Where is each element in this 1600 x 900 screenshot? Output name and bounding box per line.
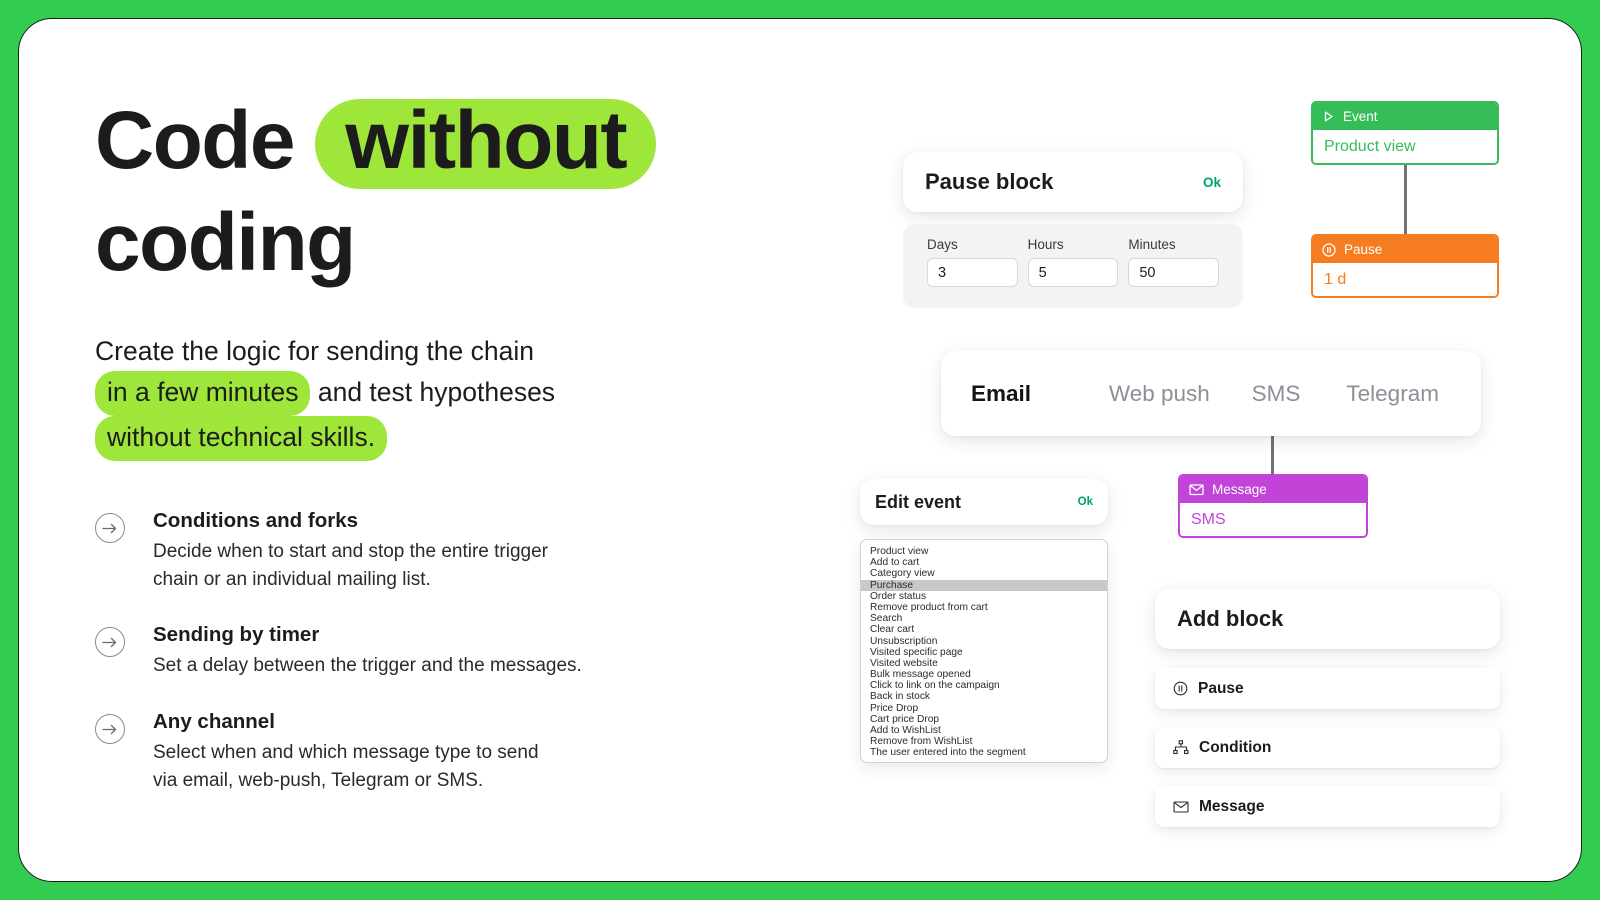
add-block-item-message[interactable]: Message xyxy=(1155,786,1500,827)
pause-block-card: Pause block Ok xyxy=(903,152,1243,212)
tab-web-push[interactable]: Web push xyxy=(1101,381,1218,407)
play-triangle-icon xyxy=(1322,110,1335,123)
feature-description: Decide when to start and stop the entire… xyxy=(153,541,549,590)
pause-block-ok-button[interactable]: Ok xyxy=(1203,175,1221,190)
subhead-mid: and test hypotheses xyxy=(317,376,556,407)
subheading: Create the logic for sending the chain i… xyxy=(95,332,715,462)
flow-node-pause-label: Pause xyxy=(1344,242,1383,257)
tab-sms[interactable]: SMS xyxy=(1218,381,1335,407)
envelope-icon xyxy=(1189,483,1204,496)
flow-node-event[interactable]: Event Product view xyxy=(1311,101,1499,165)
subhead-line-1: Create the logic for sending the chain xyxy=(95,335,534,366)
pause-circle-icon xyxy=(1173,681,1188,696)
headline-word-2: coding xyxy=(95,197,356,289)
days-label: Days xyxy=(927,237,958,252)
left-content: Code without coding Create the logic for… xyxy=(95,99,715,794)
add-block-item-label: Condition xyxy=(1199,738,1272,756)
event-option[interactable]: Cart price Drop xyxy=(861,714,1107,725)
pause-duration-fields: Days 3 Hours 5 Minutes 50 xyxy=(903,224,1243,308)
feature-item: Any channel Select when and which messag… xyxy=(95,710,715,794)
condition-tree-icon xyxy=(1173,740,1189,755)
minutes-field: Minutes 50 xyxy=(1128,237,1220,295)
hours-input[interactable]: 5 xyxy=(1027,258,1119,287)
event-option[interactable]: Category view xyxy=(861,568,1107,579)
feature-body: Any channel Select when and which messag… xyxy=(153,710,539,794)
tab-email[interactable]: Email xyxy=(971,381,1101,407)
feature-body: Conditions and forks Decide when to star… xyxy=(153,509,548,593)
feature-title: Conditions and forks xyxy=(153,509,358,533)
feature-body: Sending by timer Set a delay between the… xyxy=(153,623,582,680)
feature-description: Set a delay between the trigger and the … xyxy=(153,655,582,677)
tab-telegram[interactable]: Telegram xyxy=(1334,381,1451,407)
subhead-highlight-1: in a few minutes xyxy=(95,370,311,417)
channel-tabs-card: Email Web push SMS Telegram xyxy=(941,351,1481,436)
flow-node-message[interactable]: Message SMS xyxy=(1178,474,1368,538)
headline-word-1: Code xyxy=(95,95,296,186)
event-option[interactable]: Product view xyxy=(861,546,1107,557)
arrow-right-circle-icon xyxy=(95,627,125,658)
connector-event-to-pause xyxy=(1404,164,1407,236)
days-field: Days 3 xyxy=(927,237,1018,295)
feature-description: Select when and which message type to se… xyxy=(153,742,539,791)
headline-highlight: without xyxy=(315,99,657,190)
pause-block-title: Pause block xyxy=(925,169,1054,194)
event-option[interactable]: The user entered into the segment xyxy=(861,747,1107,758)
event-option[interactable]: Search xyxy=(861,613,1107,624)
arrow-right-circle-icon xyxy=(95,714,125,745)
minutes-input[interactable]: 50 xyxy=(1128,258,1220,287)
page-background: Code without coding Create the logic for… xyxy=(0,0,1600,900)
pause-circle-icon xyxy=(1322,242,1336,257)
flow-node-pause[interactable]: Pause 1 d xyxy=(1311,234,1499,298)
event-option[interactable]: Order status xyxy=(861,591,1107,602)
flow-node-pause-value: 1 d xyxy=(1313,263,1497,296)
event-option[interactable]: Purchase xyxy=(861,579,1107,591)
feature-item: Conditions and forks Decide when to star… xyxy=(95,509,715,593)
event-option[interactable]: Click to link on the campaign xyxy=(861,680,1107,691)
days-input[interactable]: 3 xyxy=(927,258,1018,287)
flow-node-pause-header: Pause xyxy=(1313,236,1497,263)
feature-item: Sending by timer Set a delay between the… xyxy=(95,623,715,680)
event-option[interactable]: Bulk message opened xyxy=(861,669,1107,680)
edit-event-card: Edit event Ok xyxy=(860,479,1108,525)
main-card: Code without coding Create the logic for… xyxy=(18,18,1582,882)
event-option[interactable]: Visited website xyxy=(861,658,1107,669)
envelope-icon xyxy=(1173,800,1189,813)
hours-field: Hours 5 xyxy=(1027,237,1119,295)
subhead-highlight-2: without technical skills. xyxy=(95,416,388,462)
event-option[interactable]: Unsubscription xyxy=(861,636,1107,647)
edit-event-ok-button[interactable]: Ok xyxy=(1078,496,1093,508)
event-option[interactable]: Remove product from cart xyxy=(861,602,1107,613)
event-option[interactable]: Remove from WishList xyxy=(861,736,1107,747)
event-option[interactable]: Visited specific page xyxy=(861,647,1107,658)
edit-event-title: Edit event xyxy=(875,491,962,512)
add-block-card: Add block xyxy=(1155,589,1500,649)
flow-node-message-label: Message xyxy=(1212,482,1267,497)
event-option[interactable]: Clear cart xyxy=(861,624,1107,635)
feature-title: Sending by timer xyxy=(153,623,320,647)
flow-node-message-value: SMS xyxy=(1180,503,1366,536)
minutes-label: Minutes xyxy=(1128,237,1176,252)
event-option[interactable]: Back in stock xyxy=(861,691,1107,702)
flow-node-event-header: Event xyxy=(1313,103,1497,130)
flow-node-event-label: Event xyxy=(1343,109,1378,124)
hours-label: Hours xyxy=(1027,237,1064,252)
page-title: Code without coding xyxy=(95,99,715,284)
arrow-right-circle-icon xyxy=(95,513,125,544)
add-block-item-label: Message xyxy=(1199,797,1265,815)
feature-list: Conditions and forks Decide when to star… xyxy=(95,509,715,794)
add-block-item-label: Pause xyxy=(1198,679,1244,697)
event-options-list[interactable]: Product view Add to cart Category view Purc… xyxy=(860,539,1108,763)
add-block-item-condition[interactable]: Condition xyxy=(1155,727,1500,768)
event-option[interactable]: Add to cart xyxy=(861,557,1107,568)
event-option[interactable]: Add to WishList xyxy=(861,725,1107,736)
add-block-title: Add block xyxy=(1177,606,1284,631)
event-option[interactable]: Price Drop xyxy=(861,703,1107,714)
flow-node-message-header: Message xyxy=(1180,476,1366,503)
feature-title: Any channel xyxy=(153,710,275,734)
add-block-item-pause[interactable]: Pause xyxy=(1155,668,1500,709)
flow-node-event-value: Product view xyxy=(1313,130,1497,163)
